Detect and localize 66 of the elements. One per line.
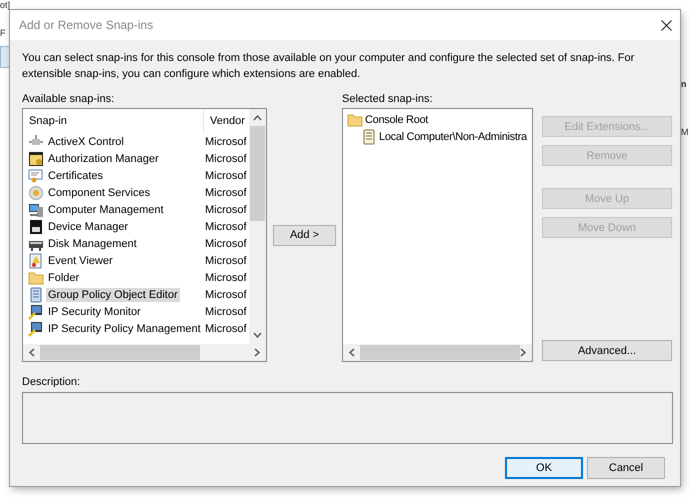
side-button[interactable]: Advanced... — [542, 340, 672, 361]
snap-in-name[interactable]: IP Security Policy Management — [46, 322, 203, 336]
vendor-cell-text: Microsof — [204, 322, 247, 334]
column-header[interactable]: Snap-in — [23, 109, 204, 133]
scroll-left-icon[interactable] — [348, 348, 356, 357]
snap-in-name[interactable]: Authorization Manager — [46, 152, 161, 166]
tree-item[interactable]: Console Root — [365, 114, 428, 126]
snap-in-name[interactable]: Event Viewer — [46, 254, 115, 268]
close-icon[interactable] — [661, 20, 672, 30]
snap-in-name[interactable]: IP Security Monitor — [46, 304, 143, 318]
description-label: Description: — [22, 376, 82, 390]
horizontal-scrollbar[interactable] — [23, 344, 266, 361]
vendor-cell-text: Microsof — [204, 254, 247, 266]
background-text: n — [681, 79, 686, 90]
monitor-key-icon — [28, 304, 44, 320]
vendor-cell-text: Microsof — [204, 170, 247, 182]
scroll-icon — [28, 286, 44, 302]
vendor-cell-text: Microsof — [204, 152, 247, 164]
computer-icon — [28, 202, 44, 218]
scrollbar-thumb[interactable] — [360, 345, 520, 360]
background-text: F — [0, 28, 6, 39]
vendor-cell-text: Microsof — [204, 186, 247, 198]
tree-item[interactable]: Local Computer\Non-Administra — [379, 130, 527, 142]
vendor-cell-text: Microsof — [204, 288, 247, 300]
horizontal-scrollbar[interactable] — [343, 344, 532, 361]
scroll-right-icon[interactable] — [519, 348, 527, 357]
dialog-button[interactable]: OK — [505, 457, 583, 479]
vertical-scrollbar[interactable] — [249, 109, 266, 344]
scroll-down-icon[interactable] — [253, 332, 262, 339]
snap-in-list[interactable] — [22, 108, 267, 362]
log-warning-icon — [28, 252, 44, 268]
device-icon — [28, 218, 44, 234]
folder-icon — [28, 270, 44, 286]
folder-icon — [347, 112, 363, 128]
background-text: M — [681, 127, 688, 138]
certificate-icon — [28, 168, 44, 184]
column-header[interactable]: Vendor — [204, 115, 245, 127]
snap-in-name[interactable]: Component Services — [46, 186, 152, 200]
snap-in-name[interactable]: Group Policy Object Editor — [46, 288, 180, 302]
dialog-button[interactable]: Cancel — [587, 457, 665, 479]
snap-in-name[interactable]: ActiveX Control — [46, 134, 126, 148]
scrollbar-thumb[interactable] — [250, 126, 265, 221]
monitor-key-icon — [28, 320, 44, 336]
scrollbar-thumb[interactable] — [40, 345, 200, 360]
vendor-cell-text: Microsof — [204, 272, 247, 284]
snap-in-name[interactable]: Folder — [46, 270, 82, 284]
intro-text: You can select snap-ins for this console from those available on your computer and configure the selected set of snap-ins. For extensible snap-ins, you can configure which extensions are enabled. — [22, 51, 636, 82]
scroll-icon — [361, 128, 377, 144]
snap-in-name[interactable]: Certificates — [46, 168, 106, 182]
vendor-cell-text: Microsof — [204, 306, 247, 318]
vendor-cell-text: Microsof — [204, 204, 247, 216]
add-button[interactable]: Add > — [273, 224, 336, 246]
scroll-up-icon[interactable] — [253, 114, 262, 121]
snap-in-name[interactable]: Device Manager — [46, 220, 130, 234]
snap-in-name[interactable]: Computer Management — [46, 202, 166, 216]
scroll-left-icon[interactable] — [28, 348, 36, 357]
window-title: Add or Remove Snap-ins — [19, 18, 154, 32]
snap-in-name[interactable]: Disk Management — [46, 236, 139, 250]
vendor-cell-text: Microsof — [204, 238, 247, 250]
vendor-cell-text: Microsof — [204, 220, 247, 232]
scroll-right-icon[interactable] — [253, 348, 261, 357]
available-label: Available snap-ins: — [22, 93, 116, 107]
selected-label: Selected snap-ins: — [342, 93, 432, 107]
selected-snap-in-tree[interactable]: Console Root Local Computer\Non-Administra — [342, 108, 533, 362]
background-text: ot] — [0, 0, 10, 11]
vendor-cell-text: Microsof — [204, 136, 247, 148]
